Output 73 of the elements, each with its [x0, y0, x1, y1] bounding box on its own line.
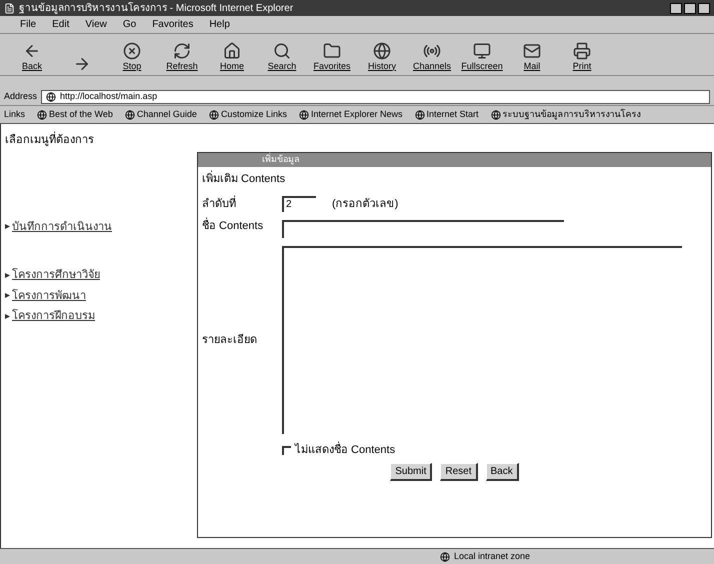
toolbar-button[interactable]: Home: [212, 42, 252, 73]
detail-label: รายละเอียด: [202, 332, 258, 348]
bullet-icon: [5, 272, 10, 278]
sidebar-title: เลือกเมนูที่ต้องการ: [5, 132, 193, 148]
link-button[interactable]: Best of the Web: [37, 108, 113, 122]
link-button[interactable]: ระบบฐานข้อมูลการบริหารงานโครง: [490, 108, 641, 122]
order-label: ลำดับที่: [202, 196, 237, 212]
folder-icon: [323, 42, 341, 60]
monitor-icon: [473, 42, 491, 60]
bullet-icon: [5, 314, 10, 319]
globe-icon: [208, 110, 219, 120]
menu-item[interactable]: View: [85, 17, 107, 32]
menu-item[interactable]: Edit: [52, 17, 70, 32]
link-button[interactable]: Channel Guide: [124, 108, 197, 122]
order-field[interactable]: 2: [282, 196, 316, 212]
menu-item[interactable]: Go: [122, 17, 136, 32]
dialog-title: เพิ่มข้อมูล: [262, 153, 300, 166]
form-heading: เพิ่มเติม Contents: [202, 171, 707, 188]
toolbar-button[interactable]: Refresh: [162, 42, 202, 73]
sidebar-link[interactable]: โครงการฝึกอบรม: [12, 308, 95, 324]
refresh-icon: [173, 42, 191, 60]
arrow-right-icon: [73, 55, 91, 73]
form-button[interactable]: Back: [486, 462, 519, 480]
order-hint: (กรอกตัวเลข): [332, 196, 398, 212]
bullet-icon: [5, 293, 10, 298]
address-text: http://localhost/main.asp: [60, 90, 158, 103]
status-zone: Local intranet zone: [454, 550, 530, 563]
minimize-button[interactable]: [670, 2, 682, 14]
toolbar-button[interactable]: History: [362, 42, 402, 73]
name-label: ชื่อ Contents: [202, 220, 282, 234]
sidebar-link[interactable]: โครงการพัฒนา: [12, 288, 86, 304]
printer-icon: [573, 42, 591, 60]
menu-item[interactable]: Help: [209, 17, 230, 32]
link-button[interactable]: Customize Links: [208, 108, 287, 122]
name-field[interactable]: [282, 220, 564, 238]
form-button[interactable]: Submit: [390, 462, 432, 480]
checkbox[interactable]: [282, 446, 291, 455]
toolbar-button[interactable]: Favorites: [312, 42, 352, 73]
mail-icon: [523, 42, 541, 60]
globe-icon: [373, 42, 391, 60]
menu-item[interactable]: Favorites: [152, 17, 194, 32]
globe-icon: [414, 110, 425, 120]
bullet-icon: [5, 224, 10, 230]
form-button[interactable]: Reset: [440, 462, 478, 480]
globe-icon: [298, 110, 309, 120]
toolbar-button[interactable]: Fullscreen: [462, 42, 502, 73]
links-label: Links: [4, 108, 26, 121]
address-label: Address: [4, 90, 38, 103]
toolbar-button[interactable]: Print: [562, 42, 602, 73]
toolbar-button[interactable]: Search: [262, 42, 302, 73]
toolbar-button[interactable]: Back: [12, 42, 52, 73]
globe-icon: [37, 110, 48, 120]
globe-icon: [440, 552, 450, 562]
close-button[interactable]: [698, 2, 710, 14]
stop-icon: [123, 42, 141, 60]
search-icon: [273, 42, 291, 60]
window-title: ฐานข้อมูลการบริหารงานโครงการ - Microsoft Internet Explorer: [19, 1, 294, 16]
sidebar-link[interactable]: โครงการศึกษาวิจัย: [12, 267, 100, 284]
toolbar-button[interactable]: Mail: [512, 42, 552, 73]
maximize-button[interactable]: [684, 2, 696, 14]
globe-icon: [124, 110, 135, 120]
link-button[interactable]: Internet Start: [414, 108, 479, 122]
toolbar-button[interactable]: Channels: [412, 42, 452, 73]
sidebar-link[interactable]: บันทึกการดำเนินงาน: [12, 218, 112, 235]
globe-icon: [46, 92, 56, 102]
page-icon: [4, 2, 15, 14]
menu-item[interactable]: File: [20, 17, 36, 32]
globe-icon: [490, 110, 501, 120]
address-field[interactable]: http://localhost/main.asp: [41, 90, 710, 104]
checkbox-label: ไม่แสดงชื่อ Contents: [295, 442, 396, 458]
home-icon: [223, 42, 241, 60]
link-button[interactable]: Internet Explorer News: [298, 108, 403, 122]
toolbar-button[interactable]: Stop: [112, 42, 152, 73]
